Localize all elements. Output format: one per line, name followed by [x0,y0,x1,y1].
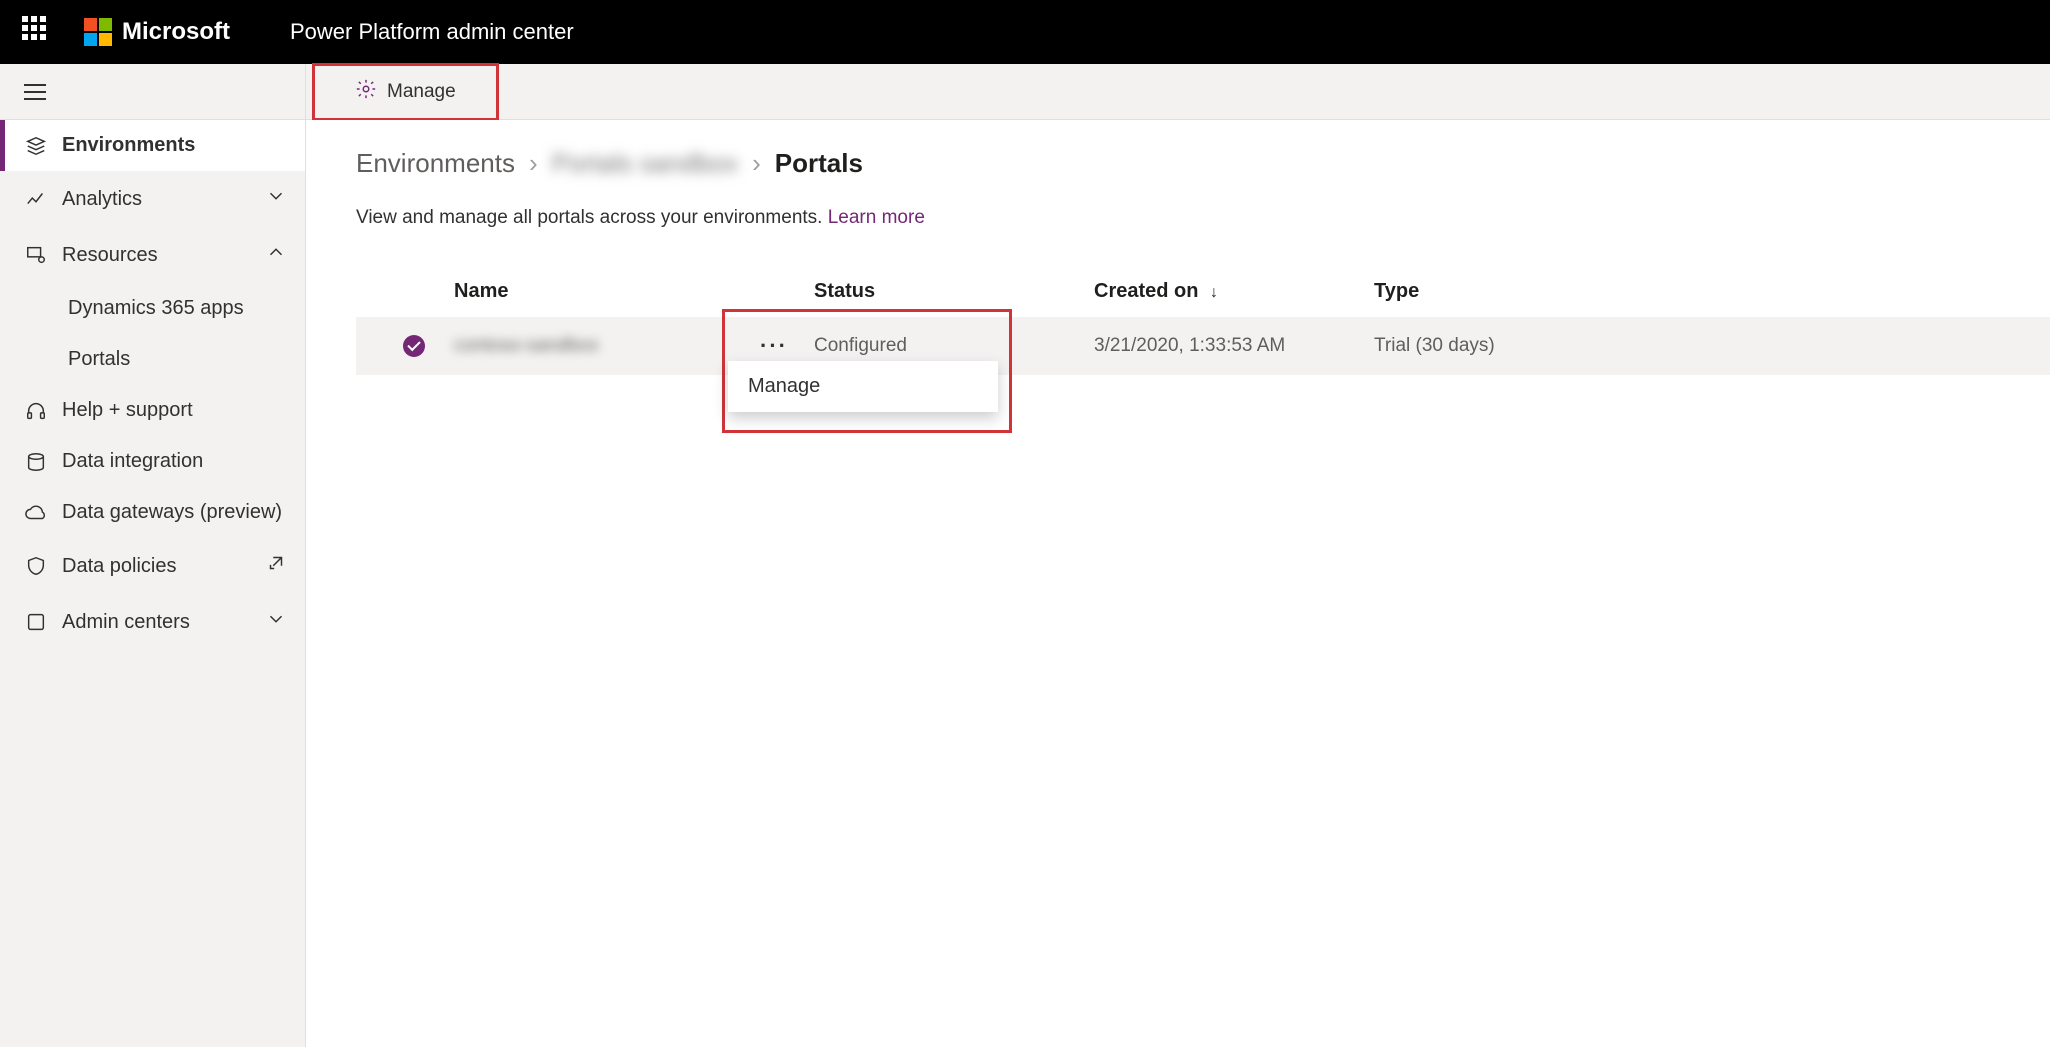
content-area: Manage Environments › Portals sandbox › … [306,64,2050,1047]
column-header-status[interactable]: Status [814,280,1094,303]
shield-icon [24,555,48,577]
breadcrumb-current: Portals [775,148,863,179]
manage-button[interactable]: Manage [321,70,490,114]
learn-more-link[interactable]: Learn more [828,207,925,228]
chevron-right-icon: › [752,148,761,179]
microsoft-logo-icon [84,18,112,46]
chevron-down-icon [265,185,287,213]
portal-created-cell: 3/21/2020, 1:33:53 AM [1094,335,1374,357]
sidebar-item-help-support[interactable]: Help + support [0,385,305,436]
portal-name-cell: contoso-sandbox [444,335,734,357]
sort-descending-icon: ↓ [1210,284,1218,301]
app-title: Power Platform admin center [290,19,574,45]
database-icon [24,451,48,473]
sidebar-item-label: Data integration [62,450,203,473]
chevron-up-icon [265,241,287,269]
page-description: View and manage all portals across your … [356,207,2050,229]
table-row[interactable]: contoso-sandbox ··· Configured 3/21/2020… [356,317,2050,375]
sidebar-item-portals[interactable]: Portals [0,334,305,385]
microsoft-logo[interactable]: Microsoft [84,18,230,46]
sidebar: Environments Analytics Resources Dynamic… [0,64,306,1047]
sidebar-item-data-policies[interactable]: Data policies [0,538,305,594]
resources-icon [24,244,48,266]
manage-button-label: Manage [387,81,456,103]
annotation-highlight-manage-button: Manage [312,63,499,121]
table-header-row: Name Status Created on ↓ Type [356,265,2050,317]
sidebar-item-label: Data gateways (preview) [62,501,282,524]
sidebar-item-label: Help + support [62,399,193,422]
column-header-name[interactable]: Name [444,280,734,303]
column-header-type[interactable]: Type [1374,280,2018,303]
sidebar-item-label: Analytics [62,188,142,211]
chart-icon [24,188,48,210]
row-selected-icon[interactable] [403,335,425,357]
column-header-created[interactable]: Created on ↓ [1094,280,1374,303]
breadcrumb: Environments › Portals sandbox › Portals [356,148,2050,179]
sidebar-item-resources[interactable]: Resources [0,227,305,283]
breadcrumb-environments[interactable]: Environments [356,148,515,179]
app-launcher-icon[interactable] [22,16,54,48]
sidebar-item-dynamics365[interactable]: Dynamics 365 apps [0,283,305,334]
portals-table: Name Status Created on ↓ Type contoso-sa… [356,265,2050,375]
admin-icon [24,611,48,633]
hamburger-icon[interactable] [24,84,46,100]
sidebar-item-label: Environments [62,134,195,157]
external-link-icon [265,552,287,580]
sidebar-item-label: Resources [62,244,158,267]
gear-icon [355,78,377,106]
sidebar-item-label: Data policies [62,555,177,578]
chevron-down-icon [265,608,287,636]
sidebar-item-label: Dynamics 365 apps [68,297,244,320]
sidebar-item-analytics[interactable]: Analytics [0,171,305,227]
sidebar-item-admin-centers[interactable]: Admin centers [0,594,305,650]
cloud-icon [24,502,48,524]
headset-icon [24,400,48,422]
command-bar: Manage [306,64,2050,120]
portal-status-cell: Configured [814,335,1094,357]
sidebar-item-data-integration[interactable]: Data integration [0,436,305,487]
sidebar-item-label: Portals [68,348,130,371]
breadcrumb-environment-name[interactable]: Portals sandbox [552,148,738,179]
chevron-right-icon: › [529,148,538,179]
sidebar-item-label: Admin centers [62,611,190,634]
portal-type-cell: Trial (30 days) [1374,335,2018,357]
top-bar: Microsoft Power Platform admin center [0,0,2050,64]
microsoft-brand-text: Microsoft [122,18,230,46]
context-menu-manage[interactable]: Manage [728,361,998,412]
context-menu: Manage [728,361,998,412]
sidebar-item-environments[interactable]: Environments [0,120,305,171]
stack-icon [24,135,48,157]
more-actions-button[interactable]: ··· [760,333,788,358]
sidebar-item-data-gateways[interactable]: Data gateways (preview) [0,487,305,538]
